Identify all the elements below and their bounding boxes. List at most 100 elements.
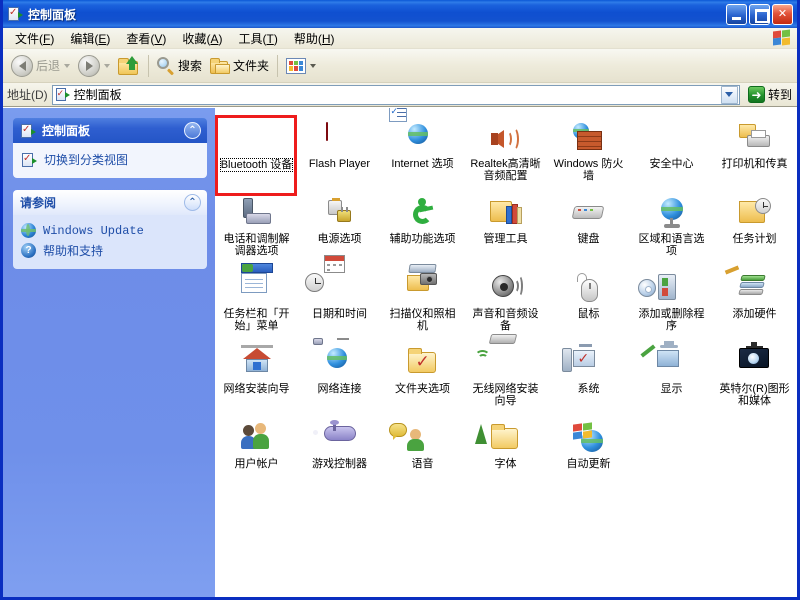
window-buttons: ✕ [726, 3, 795, 25]
control-panel-item[interactable]: 添加硬件 [717, 265, 792, 343]
control-panel-item[interactable]: ✓ Internet 选项 [385, 108, 460, 193]
close-button[interactable]: ✕ [772, 3, 793, 25]
control-panel-item[interactable]: 管理工具 [468, 193, 543, 268]
control-panel-item[interactable]: 任务栏和「开始」菜单 [219, 263, 294, 343]
menu-file[interactable]: 文件(F) [7, 28, 62, 49]
control-panel-item[interactable]: Realtek高清晰音频配置 [468, 118, 543, 193]
windows-update-link[interactable]: Windows Update [21, 221, 201, 240]
bluetooth-icon: ✶ [252, 126, 270, 148]
menu-view[interactable]: 查看(V) [118, 28, 174, 49]
control-panel-item[interactable]: ✓ 文件夹选项 [385, 343, 460, 418]
control-panel-item[interactable]: 英特尔(R)图形和媒体 [717, 342, 792, 418]
control-panel-item[interactable]: ✶ Bluetooth 设备 [219, 118, 294, 193]
control-panel-item[interactable]: f Flash Player [302, 118, 377, 193]
control-panel-item-label: 键盘 [577, 233, 600, 245]
control-panel-item[interactable]: 安全中心 [634, 118, 709, 193]
menu-bar: 文件(F) 编辑(E) 查看(V) 收藏(A) 工具(T) 帮助(H) [3, 28, 797, 49]
control-panel-item-label: Bluetooth 设备 [219, 158, 294, 172]
address-input[interactable]: ✓ 控制面板 [51, 84, 740, 105]
wireless-network-setup-icon [474, 334, 522, 380]
control-panel-window: ✓ 控制面板 ✕ 文件(F) 编辑(E) 查看(V) 收藏(A) 工具(T) 帮… [0, 0, 800, 600]
menu-edit[interactable]: 编辑(E) [62, 28, 118, 49]
windows-logo-icon [773, 29, 791, 46]
forward-button[interactable] [74, 52, 114, 80]
forward-dropdown-icon[interactable] [104, 63, 111, 68]
control-panel-item[interactable]: 字体 [468, 418, 543, 493]
flash-player-icon: f [324, 122, 356, 155]
control-panel-item[interactable]: Windows 防火墙 [551, 118, 626, 193]
help-and-support-label: 帮助和支持 [43, 244, 104, 258]
control-panel-item[interactable]: 日期和时间 [302, 255, 377, 343]
network-setup-wizard-icon [240, 345, 273, 380]
control-panel-item-label: 辅助功能选项 [389, 233, 456, 245]
see-also-panel: 请参阅 ⌃ Windows Update ? 帮助和支持 [13, 190, 207, 269]
control-panel-item[interactable]: 自动更新 [551, 418, 626, 493]
control-panel-item[interactable]: 任务计划 [717, 193, 792, 268]
control-panel-task-header[interactable]: ✓ 控制面板 ⌃ [13, 118, 207, 143]
control-panel-item-label: 电话和调制解调器选项 [223, 233, 290, 257]
views-dropdown-icon[interactable] [310, 63, 317, 68]
phone-and-modem-icon [241, 198, 273, 230]
control-panel-item[interactable]: 用户帐户 [219, 418, 294, 493]
control-panel-item-label: 字体 [494, 458, 517, 470]
go-button[interactable]: ➜ 转到 [745, 85, 795, 105]
control-panel-item[interactable]: 电话和调制解调器选项 [219, 193, 294, 268]
control-panel-item[interactable]: 显示 [634, 341, 709, 418]
control-panel-item[interactable]: 游戏控制器 [302, 418, 377, 493]
control-panel-item[interactable]: 键盘 [551, 193, 626, 268]
see-also-header[interactable]: 请参阅 ⌃ [13, 190, 207, 215]
toolbar-separator [148, 54, 150, 77]
switch-to-category-view-link[interactable]: ✓ 切换到分类视图 [21, 149, 201, 170]
control-panel-item[interactable]: 网络安装向导 [219, 343, 294, 418]
back-button[interactable]: 后退 [7, 52, 74, 80]
control-panel-item[interactable]: 网络连接 [302, 338, 377, 418]
control-panel-item-label: 自动更新 [566, 458, 611, 470]
control-panel-item[interactable]: 声音和音频设备 [468, 268, 543, 343]
control-panel-item-label: 声音和音频设备 [472, 308, 539, 332]
speech-icon [388, 423, 439, 455]
control-panel-item[interactable]: 添加或删除程序 [634, 268, 709, 343]
control-panel-item-label: 语音 [411, 458, 434, 470]
control-panel-item-label: 任务栏和「开始」菜单 [223, 308, 290, 332]
help-and-support-link[interactable]: ? 帮助和支持 [21, 240, 201, 261]
address-value: 控制面板 [73, 88, 122, 102]
keyboard-icon [571, 198, 605, 230]
maximize-button[interactable] [749, 3, 770, 25]
control-panel-item-label: 安全中心 [649, 158, 694, 170]
control-panel-header-icon: ✓ [20, 123, 36, 139]
sounds-and-audio-devices-icon [490, 273, 523, 305]
address-dropdown-button[interactable] [720, 85, 738, 104]
control-panel-item-label: 英特尔(R)图形和媒体 [719, 383, 790, 407]
title-bar[interactable]: ✓ 控制面板 ✕ [3, 0, 797, 28]
display-icon [639, 341, 688, 380]
control-panel-item[interactable]: 鼠标 [551, 268, 626, 343]
views-button[interactable] [282, 52, 320, 80]
toolbar: 后退 搜索 文件夹 [3, 49, 797, 83]
menu-favorites[interactable]: 收藏(A) [174, 28, 230, 49]
search-button[interactable]: 搜索 [153, 52, 206, 80]
game-controllers-icon [312, 420, 356, 455]
help-and-support-icon: ? [21, 243, 36, 258]
folders-label: 文件夹 [233, 59, 270, 73]
control-panel-item[interactable]: 区域和语言选项 [634, 193, 709, 268]
control-panel-item-label: 添加硬件 [732, 308, 777, 320]
minimize-button[interactable] [726, 3, 747, 25]
see-also-collapse-chevron-icon[interactable]: ⌃ [184, 194, 201, 211]
administrative-tools-icon [489, 198, 522, 230]
control-panel-item[interactable]: 无线网络安装向导 [468, 334, 543, 418]
control-panel-item[interactable]: 语音 [385, 418, 460, 493]
control-panel-item[interactable]: 辅助功能选项 [385, 193, 460, 268]
windows-update-icon [21, 223, 36, 238]
folders-button[interactable]: 文件夹 [206, 52, 273, 80]
back-dropdown-icon[interactable] [64, 63, 71, 68]
menu-help[interactable]: 帮助(H) [286, 28, 343, 49]
control-panel-items-area[interactable]: ✶ Bluetooth 设备 f Flash Player ✓ Internet 选项 Re… [215, 108, 797, 597]
menu-tools[interactable]: 工具(T) [230, 28, 285, 49]
up-button[interactable] [114, 52, 144, 80]
control-panel-item[interactable]: 扫描仪和照相机 [385, 264, 460, 343]
collapse-chevron-icon[interactable]: ⌃ [184, 122, 201, 139]
control-panel-item-label: 区域和语言选项 [638, 233, 705, 257]
control-panel-item[interactable]: 打印机和传真 [717, 118, 792, 193]
printers-and-faxes-icon [738, 123, 771, 155]
control-panel-item[interactable]: ✓ 系统 [551, 343, 626, 418]
